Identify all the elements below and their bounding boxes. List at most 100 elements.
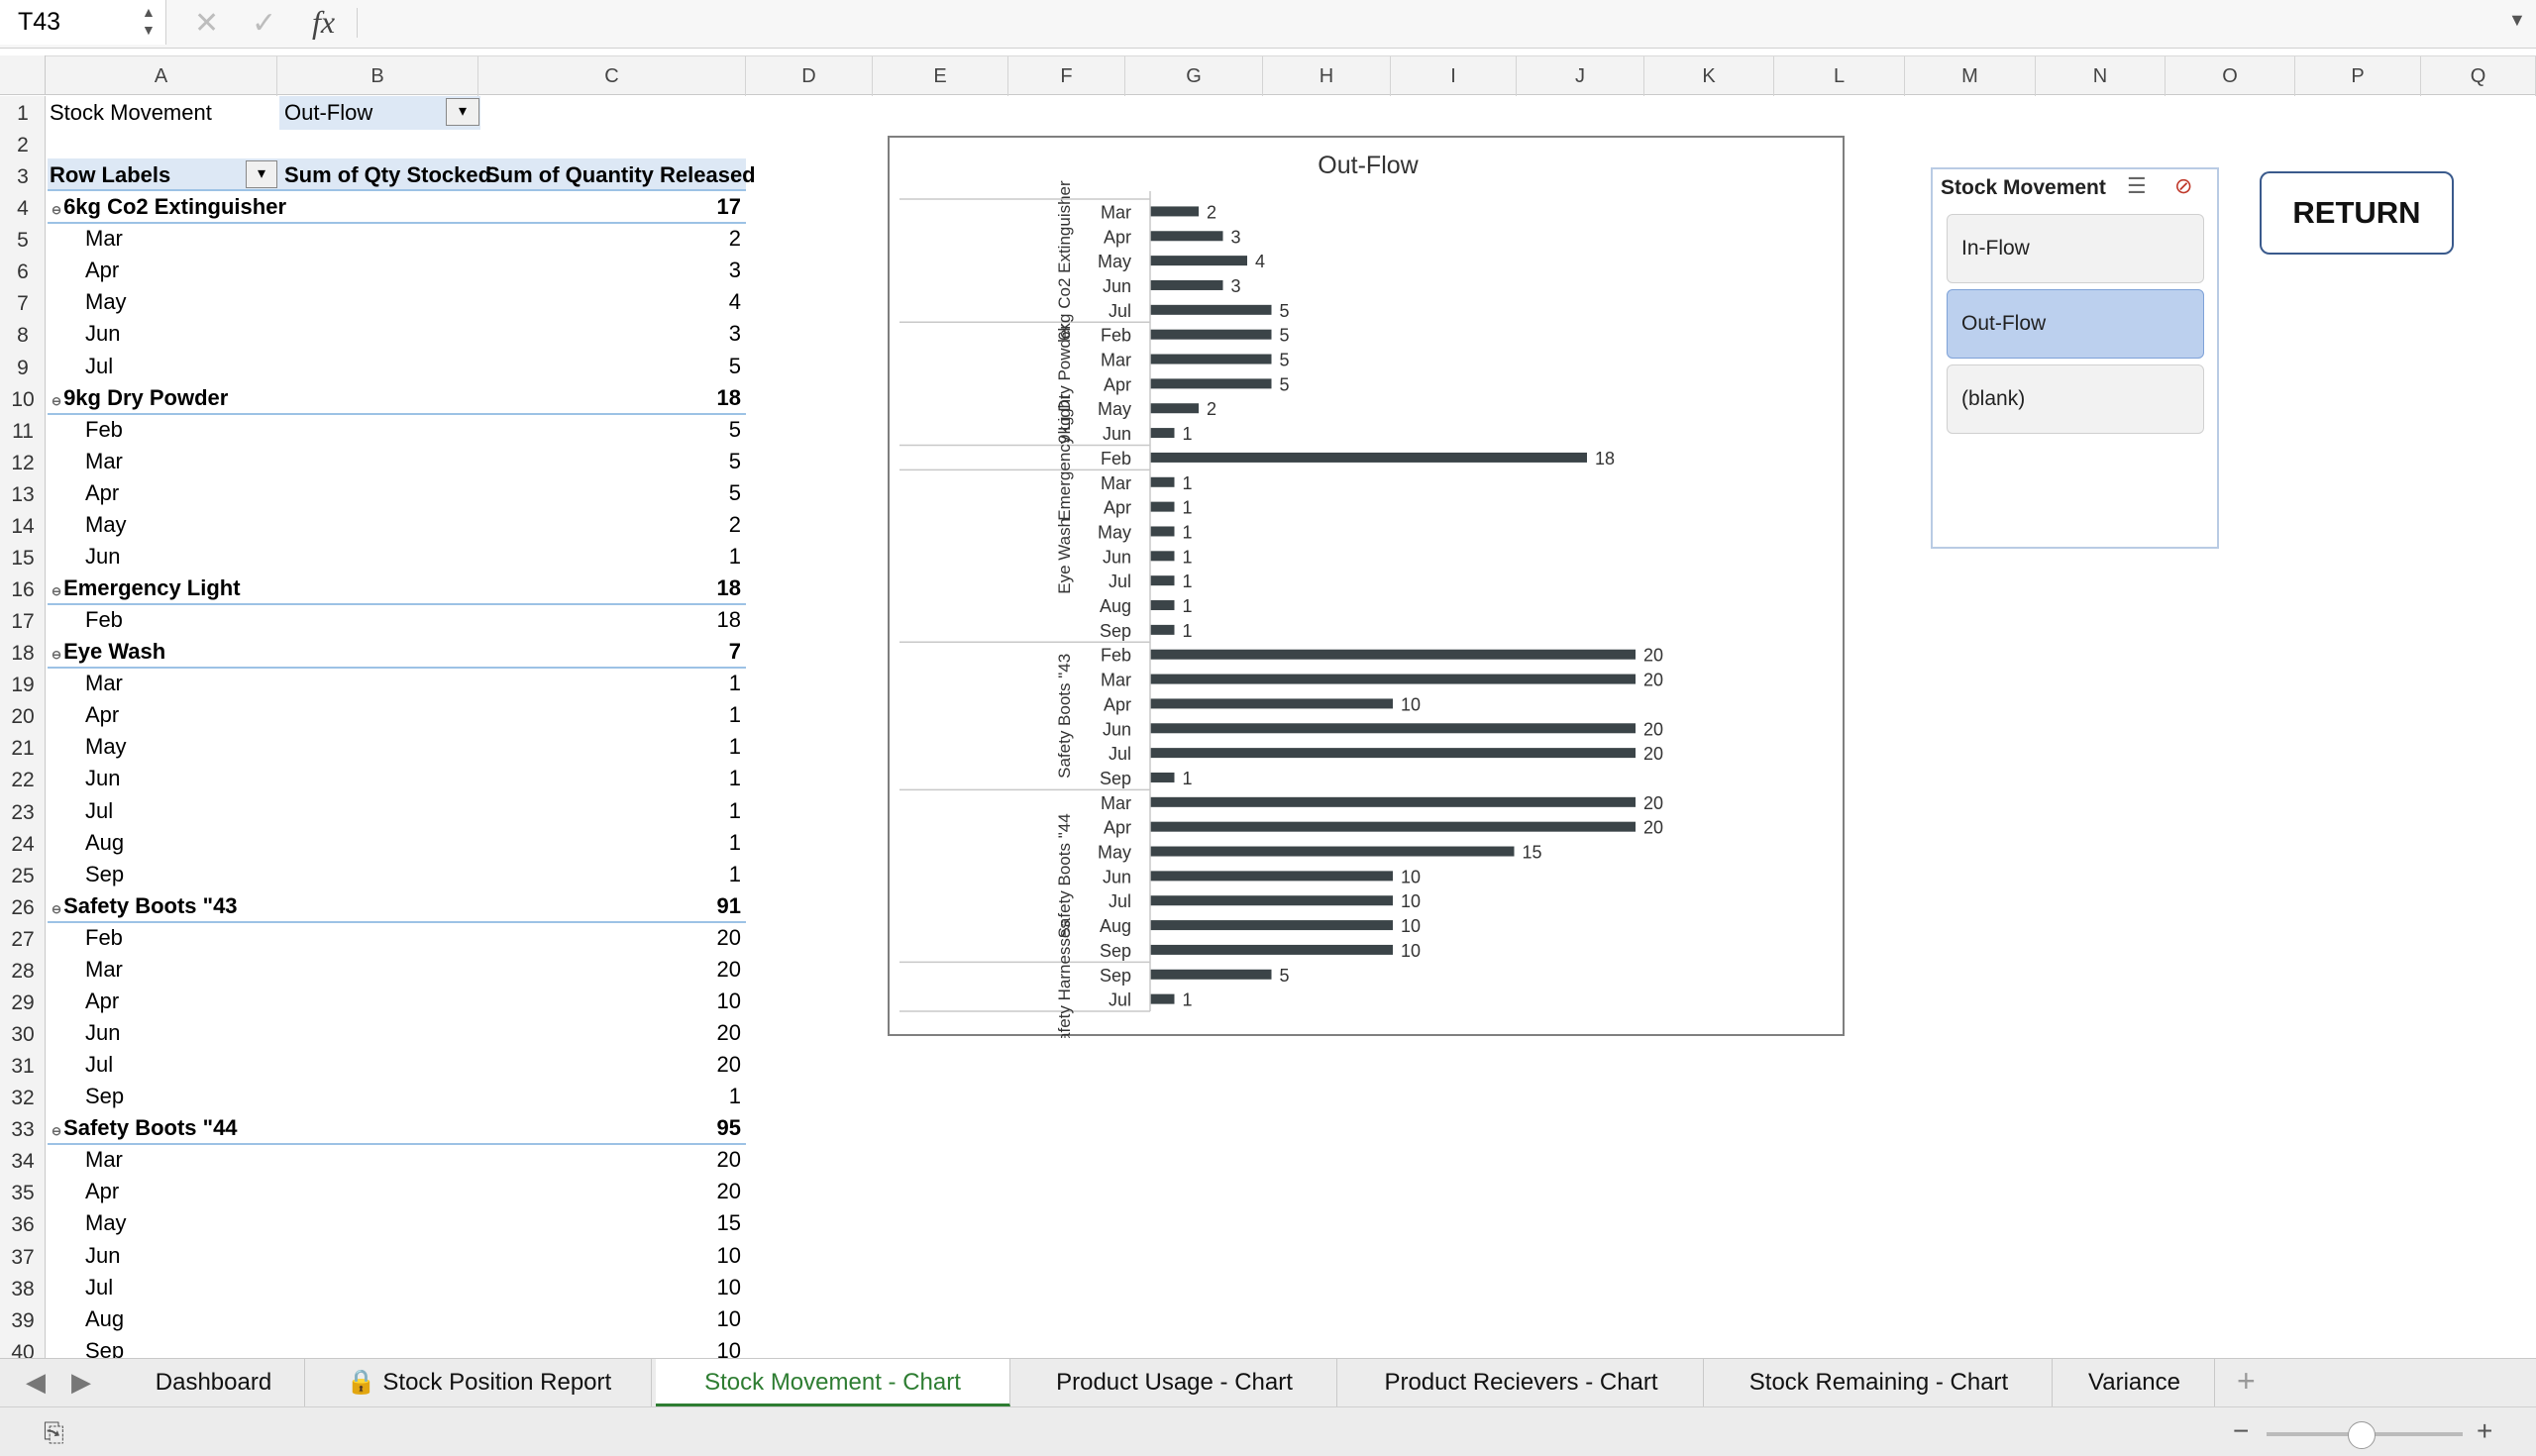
pivot-value[interactable]: 7 xyxy=(594,636,741,668)
pivot-item-label[interactable]: Jul xyxy=(85,1272,113,1303)
zoom-in-icon[interactable]: + xyxy=(2477,1415,2492,1447)
column-header-d[interactable]: D xyxy=(746,56,873,96)
pivot-item-label[interactable]: Jul xyxy=(85,795,113,827)
collapse-icon[interactable]: ⊖ xyxy=(52,203,61,217)
pivot-item-label[interactable]: Aug xyxy=(85,1303,124,1335)
sheet-status-icon[interactable]: ⎘ xyxy=(44,1417,64,1449)
pivot-item-label[interactable]: May xyxy=(85,509,127,541)
column-header-p[interactable]: P xyxy=(2295,56,2421,96)
column-header-e[interactable]: E xyxy=(873,56,1008,96)
row-header-25[interactable]: 25 xyxy=(0,865,46,888)
pivot-item-label[interactable]: Jul xyxy=(85,1049,113,1081)
row-header-3[interactable]: 3 xyxy=(0,165,46,189)
pivot-item-label[interactable]: Mar xyxy=(85,1144,123,1176)
stock-movement-slicer[interactable]: Stock Movement ☰ ⊘ In-Flow Out-Flow (bla… xyxy=(1931,167,2219,549)
row-header-16[interactable]: 16 xyxy=(0,578,46,602)
pivot-value[interactable]: 1 xyxy=(594,763,741,794)
column-header-q[interactable]: Q xyxy=(2421,56,2536,96)
tab-stock-movement-chart[interactable]: Stock Movement - Chart xyxy=(656,1359,1010,1406)
column-header-g[interactable]: G xyxy=(1125,56,1263,96)
pivot-value[interactable]: 1 xyxy=(594,1081,741,1112)
row-header-30[interactable]: 30 xyxy=(0,1023,46,1047)
column-header-i[interactable]: I xyxy=(1391,56,1517,96)
tab-stock-remaining-chart[interactable]: Stock Remaining - Chart xyxy=(1706,1359,2053,1406)
pivot-item-label[interactable]: Sep xyxy=(85,1081,124,1112)
row-header-6[interactable]: 6 xyxy=(0,260,46,284)
tab-product-usage-chart[interactable]: Product Usage - Chart xyxy=(1012,1359,1337,1406)
pivot-item-label[interactable]: May xyxy=(85,1207,127,1239)
pivot-value[interactable]: 5 xyxy=(594,446,741,477)
cell-b3[interactable]: Sum of Qty Stocked xyxy=(284,159,491,191)
pivot-value[interactable]: 1 xyxy=(594,795,741,827)
pivot-value[interactable]: 18 xyxy=(594,382,741,414)
cancel-icon[interactable]: ✕ xyxy=(194,6,219,41)
row-header-32[interactable]: 32 xyxy=(0,1087,46,1110)
pivot-group-label[interactable]: ⊖6kg Co2 Extinguisher xyxy=(52,191,286,226)
pivot-item-label[interactable]: Sep xyxy=(85,859,124,890)
insert-function-icon[interactable]: fx xyxy=(312,4,335,41)
scroll-tabs-left-icon[interactable]: ◀ xyxy=(26,1367,46,1398)
row-header-26[interactable]: 26 xyxy=(0,896,46,920)
pivot-value[interactable]: 1 xyxy=(594,827,741,859)
pivot-value[interactable]: 17 xyxy=(594,191,741,223)
row-header-13[interactable]: 13 xyxy=(0,483,46,507)
row-header-20[interactable]: 20 xyxy=(0,705,46,729)
pivot-item-label[interactable]: Feb xyxy=(85,414,123,446)
pivot-item-label[interactable]: Apr xyxy=(85,986,119,1017)
column-header-j[interactable]: J xyxy=(1517,56,1644,96)
pivot-value[interactable]: 10 xyxy=(594,1303,741,1335)
pivot-group-label[interactable]: ⊖Safety Boots "44 xyxy=(52,1112,238,1147)
name-box-stepper-icon[interactable]: ▲ ▼ xyxy=(142,3,156,39)
column-header-c[interactable]: C xyxy=(478,56,746,96)
row-labels-filter-icon[interactable]: ▾ xyxy=(246,160,277,188)
pivot-value[interactable]: 95 xyxy=(594,1112,741,1144)
column-header-o[interactable]: O xyxy=(2166,56,2295,96)
pivot-item-label[interactable]: Mar xyxy=(85,954,123,986)
row-header-10[interactable]: 10 xyxy=(0,388,46,412)
pivot-value[interactable]: 1 xyxy=(594,541,741,572)
pivot-group-label[interactable]: ⊖Safety Boots "43 xyxy=(52,890,238,925)
row-header-28[interactable]: 28 xyxy=(0,960,46,984)
pivot-value[interactable]: 1 xyxy=(594,731,741,763)
pivot-item-label[interactable]: May xyxy=(85,286,127,318)
row-header-2[interactable]: 2 xyxy=(0,134,46,157)
return-button[interactable]: RETURN xyxy=(2260,171,2454,255)
pivot-value[interactable]: 2 xyxy=(594,223,741,255)
pivot-value[interactable]: 5 xyxy=(594,351,741,382)
column-header-k[interactable]: K xyxy=(1644,56,1774,96)
row-header-39[interactable]: 39 xyxy=(0,1309,46,1333)
pivot-value[interactable]: 20 xyxy=(594,1176,741,1207)
zoom-out-icon[interactable]: − xyxy=(2233,1415,2249,1447)
clear-filter-icon[interactable]: ⊘ xyxy=(2174,173,2192,199)
expand-formula-bar-icon[interactable]: ▼ xyxy=(2508,10,2526,31)
collapse-icon[interactable]: ⊖ xyxy=(52,394,61,408)
row-header-19[interactable]: 19 xyxy=(0,674,46,697)
pivot-item-label[interactable]: Mar xyxy=(85,223,123,255)
row-header-8[interactable]: 8 xyxy=(0,324,46,348)
pivot-value[interactable]: 1 xyxy=(594,859,741,890)
zoom-slider-thumb[interactable] xyxy=(2348,1421,2376,1449)
pivot-value[interactable]: 20 xyxy=(594,1049,741,1081)
tab-variance[interactable]: Variance xyxy=(2055,1359,2215,1406)
pivot-value[interactable]: 20 xyxy=(594,1017,741,1049)
pivot-value[interactable]: 5 xyxy=(594,414,741,446)
row-header-29[interactable]: 29 xyxy=(0,991,46,1015)
pivot-group-label[interactable]: ⊖Eye Wash xyxy=(52,636,165,671)
row-header-37[interactable]: 37 xyxy=(0,1246,46,1270)
pivot-item-label[interactable]: Apr xyxy=(85,1176,119,1207)
enter-check-icon[interactable]: ✓ xyxy=(252,6,276,41)
pivot-item-label[interactable]: Jun xyxy=(85,1240,120,1272)
pivot-value[interactable]: 15 xyxy=(594,1207,741,1239)
row-header-9[interactable]: 9 xyxy=(0,357,46,380)
cell-a3[interactable]: Row Labels xyxy=(50,159,170,191)
row-header-22[interactable]: 22 xyxy=(0,769,46,792)
pivot-value[interactable]: 1 xyxy=(594,668,741,699)
pivot-value[interactable]: 91 xyxy=(594,890,741,922)
column-header-n[interactable]: N xyxy=(2036,56,2166,96)
column-header-f[interactable]: F xyxy=(1008,56,1125,96)
row-header-24[interactable]: 24 xyxy=(0,833,46,857)
pivot-group-label[interactable]: ⊖9kg Dry Powder xyxy=(52,382,228,417)
tab-stock-position-report[interactable]: 🔒 Stock Position Report xyxy=(307,1359,652,1406)
row-header-7[interactable]: 7 xyxy=(0,292,46,316)
multi-select-icon[interactable]: ☰ xyxy=(2127,173,2147,199)
